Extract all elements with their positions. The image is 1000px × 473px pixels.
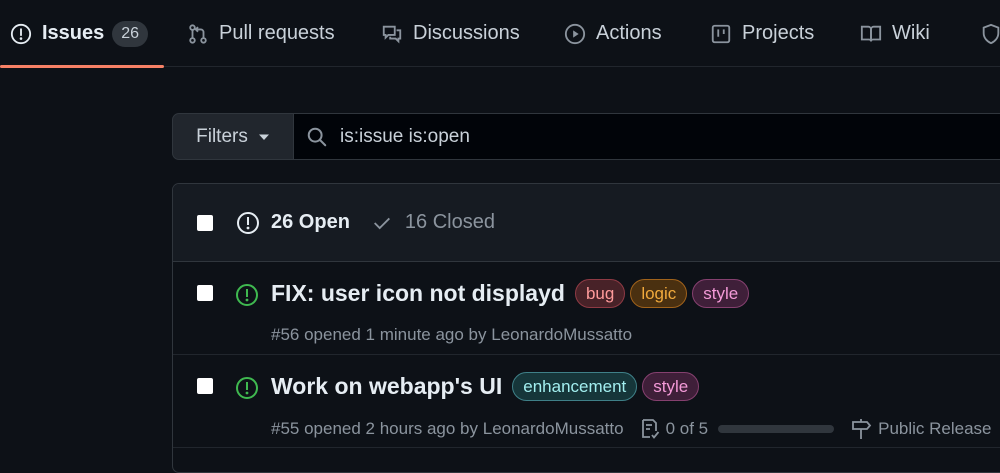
table-icon [711,24,731,43]
triangle-down-icon [258,134,269,140]
comment-discussion-icon [382,25,402,44]
label-logic[interactable]: logic [630,279,688,308]
closed-issues-filter[interactable]: 16 Closed [371,211,495,234]
open-count-label: 26 Open [271,211,350,233]
issue-meta-text: #56 opened 1 minute ago by LeonardoMussa… [271,325,632,345]
label-bug[interactable]: bug [574,279,626,308]
milestone-icon [852,419,872,439]
issue-author-link[interactable]: LeonardoMussatto [491,325,632,344]
task-progress-text: 0 of 5 [665,419,709,438]
issue-title-link[interactable]: FIX: user icon not displayd [271,280,565,307]
tab-projects[interactable]: Projects [710,0,814,67]
shield-icon [982,23,1000,44]
table-row: Work on webapp's UI enhancement style #5… [173,355,1000,448]
tab-security[interactable] [980,0,1000,67]
issues-list: 26 Open 16 Closed FIX: user icon not dis… [172,183,1000,473]
label-style[interactable]: style [692,279,750,308]
issue-title-line: Work on webapp's UI enhancement style [271,372,700,401]
select-all-checkbox[interactable] [197,214,213,231]
open-issues-filter[interactable]: 26 Open [236,211,350,235]
issue-checkbox[interactable] [197,285,213,301]
milestone-link[interactable]: Public Release [850,418,992,440]
issue-opened-text: #56 opened 1 minute ago by [271,325,492,344]
checklist-icon [641,419,659,439]
tab-pull-requests-label: Pull requests [219,22,335,44]
issue-author-link[interactable]: LeonardoMussatto [483,419,624,438]
issue-opened-icon [10,23,32,44]
closed-count-label: 16 Closed [404,211,495,233]
search-icon [307,127,327,146]
issue-title-line: FIX: user icon not displayd bug logic st… [271,279,750,308]
issue-title-link[interactable]: Work on webapp's UI [271,373,502,400]
filters-button-label: Filters [196,125,248,147]
issues-list-header: 26 Open 16 Closed [173,184,1000,262]
play-icon [564,23,586,44]
filters-button[interactable]: Filters [172,113,294,160]
tab-actions[interactable]: Actions [564,0,662,67]
issue-search-input[interactable] [340,125,1000,148]
book-icon [860,25,882,42]
milestone-label: Public Release [878,419,992,438]
label-enhancement[interactable]: enhancement [512,372,638,401]
issue-opened-icon [236,377,258,399]
tab-issues-label: Issues [42,22,105,44]
git-pull-request-icon [189,23,207,44]
task-progress-bar [718,425,835,433]
table-row: FIX: user icon not displayd bug logic st… [173,262,1000,355]
tab-discussions-label: Discussions [413,22,520,44]
repo-nav: Issues 26 Pull requests Discussions Acti… [0,0,1000,68]
task-progress[interactable]: 0 of 5 [640,418,835,440]
tab-pull-requests[interactable]: Pull requests [187,0,335,67]
issue-opened-icon [236,284,258,306]
issue-meta-text: #55 opened 2 hours ago by LeonardoMussat… [271,419,624,439]
check-icon [373,217,390,229]
tab-wiki-label: Wiki [892,22,930,44]
tab-issues[interactable]: Issues 26 [0,0,164,68]
selected-tab-underline [0,65,164,68]
tab-discussions[interactable]: Discussions [381,0,520,67]
issues-count-badge: 26 [112,20,149,47]
tab-projects-label: Projects [742,22,815,44]
issue-opened-icon [237,211,259,234]
filter-bar: Filters [172,113,1000,160]
tab-wiki[interactable]: Wiki [860,0,930,67]
issue-meta: #55 opened 2 hours ago by LeonardoMussat… [271,418,992,440]
tab-actions-label: Actions [596,22,662,44]
issue-checkbox[interactable] [197,378,213,394]
issue-opened-text: #55 opened 2 hours ago by [271,419,483,438]
search-wrapper [294,113,1000,160]
label-style[interactable]: style [642,372,700,401]
issue-meta: #56 opened 1 minute ago by LeonardoMussa… [271,325,632,345]
